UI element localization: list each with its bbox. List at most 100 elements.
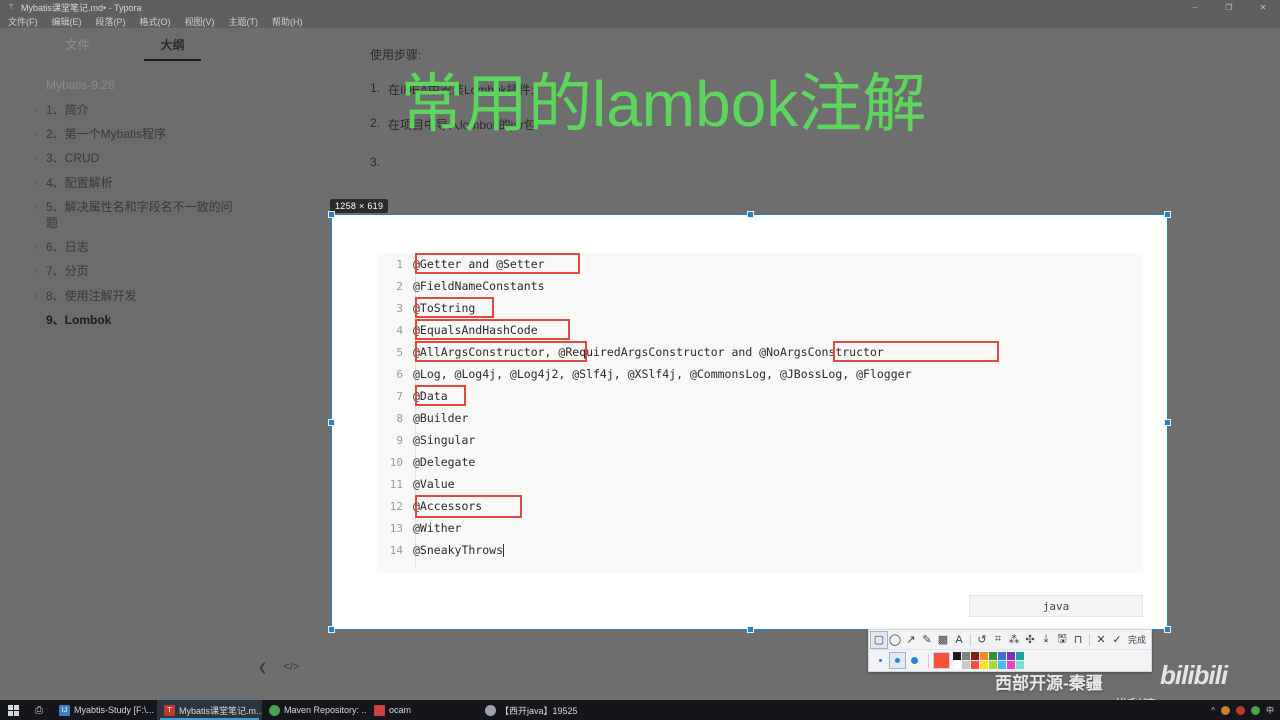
- menu-help[interactable]: 帮助(H): [272, 15, 303, 28]
- taskbar-app-ocam[interactable]: ocam: [367, 700, 418, 720]
- task-view-icon[interactable]: ⎙: [26, 700, 52, 720]
- color-swatch[interactable]: [962, 661, 970, 669]
- translate-tool-icon[interactable]: ⁂: [1006, 632, 1022, 648]
- sidebar-item-8[interactable]: › 8、使用注解开发: [0, 284, 250, 308]
- handle-bottom-right[interactable]: [1164, 626, 1171, 633]
- tray-icon-1[interactable]: [1221, 705, 1230, 715]
- line-text: @Getter and @Setter: [413, 257, 545, 271]
- line-text: @Accessors: [413, 499, 483, 513]
- taskbar-app-label: Maven Repository: ...: [284, 705, 367, 715]
- chevron-right-icon[interactable]: ›: [34, 240, 44, 252]
- color-swatch[interactable]: [1007, 661, 1015, 669]
- cancel-capture-icon[interactable]: ✕: [1093, 632, 1109, 648]
- color-swatch[interactable]: [953, 652, 961, 660]
- sidebar-item-5[interactable]: › 5、解决属性名和字段名不一致的问题: [0, 195, 250, 235]
- tray-icon-2[interactable]: [1236, 705, 1245, 715]
- brush-size-small-button[interactable]: [873, 653, 888, 668]
- color-swatch[interactable]: [980, 652, 988, 660]
- handle-bottom-left[interactable]: [328, 626, 335, 633]
- menu-paragraph[interactable]: 段落(P): [96, 15, 126, 28]
- sidebar-item-3[interactable]: › 3、CRUD: [0, 146, 250, 170]
- tray-icon-3[interactable]: [1251, 705, 1260, 715]
- source-code-icon[interactable]: </>: [283, 661, 299, 673]
- close-button[interactable]: ✕: [1246, 0, 1280, 14]
- color-swatch[interactable]: [998, 661, 1006, 669]
- menu-theme[interactable]: 主题(T): [229, 15, 259, 28]
- tab-files[interactable]: 文件: [65, 36, 89, 59]
- toolbar-palette-row: [869, 649, 1152, 671]
- color-swatch[interactable]: [989, 661, 997, 669]
- mosaic-tool-icon[interactable]: ▩: [935, 632, 951, 648]
- color-swatch[interactable]: [1016, 661, 1024, 669]
- download-tool-icon[interactable]: ⤓: [1038, 632, 1054, 648]
- undo-tool-icon[interactable]: ↺: [974, 632, 990, 648]
- tray-ime-icon[interactable]: 中: [1266, 705, 1274, 716]
- screenshot-annotation-toolbar[interactable]: ▢ ◯ ↗ ✎ ▩ A ↺ ⌗ ⁂ ✣ ⤓ 🖫 ⊓ ✕ ✓ 完成: [868, 629, 1153, 672]
- chevron-right-icon[interactable]: ›: [34, 176, 44, 188]
- done-label[interactable]: 完成: [1125, 633, 1149, 646]
- color-swatch[interactable]: [962, 652, 970, 660]
- rectangle-tool-icon[interactable]: ▢: [870, 630, 888, 649]
- text-tool-icon[interactable]: A: [951, 632, 967, 648]
- watermark-author: 西部开源-秦疆: [995, 674, 1103, 693]
- color-swatch[interactable]: [953, 661, 961, 669]
- handle-middle-right[interactable]: [1164, 419, 1171, 426]
- color-swatch-grid[interactable]: [953, 652, 1024, 669]
- sidebar-item-2[interactable]: › 2、第一个Mybatis程序: [0, 122, 250, 146]
- chevron-right-icon[interactable]: ›: [34, 151, 44, 163]
- chevron-right-icon[interactable]: ›: [34, 127, 44, 139]
- handle-top-center[interactable]: [746, 211, 754, 218]
- color-swatch[interactable]: [998, 652, 1006, 660]
- sidebar-item-1[interactable]: › 1、简介: [0, 98, 250, 122]
- line-number: 3: [396, 301, 403, 315]
- chevron-right-icon[interactable]: ›: [34, 200, 44, 212]
- color-swatch[interactable]: [971, 652, 979, 660]
- color-swatch[interactable]: [989, 652, 997, 660]
- taskbar-app-bilibili[interactable]: 【西开java】19525: [478, 700, 585, 720]
- chevron-right-icon[interactable]: ›: [34, 103, 44, 115]
- brush-size-large-button[interactable]: [907, 653, 922, 668]
- color-swatch[interactable]: [980, 661, 988, 669]
- brush-size-medium-button[interactable]: [889, 652, 906, 669]
- sidebar-item-lombok[interactable]: 9、Lombok: [0, 308, 250, 332]
- taskbar-app-typora[interactable]: T Mybatis课堂笔记.m...: [157, 700, 262, 720]
- chevron-left-icon[interactable]: ❮: [258, 661, 267, 674]
- confirm-capture-icon[interactable]: ✓: [1109, 632, 1125, 648]
- handle-top-right[interactable]: [1164, 211, 1171, 218]
- menu-file[interactable]: 文件(F): [8, 15, 38, 28]
- pen-tool-icon[interactable]: ✎: [919, 632, 935, 648]
- menu-edit[interactable]: 编辑(E): [52, 15, 82, 28]
- tray-expand-icon[interactable]: ^: [1211, 706, 1215, 715]
- color-swatch[interactable]: [1007, 652, 1015, 660]
- menu-format[interactable]: 格式(O): [140, 15, 171, 28]
- ocr-tool-icon[interactable]: ⌗: [990, 632, 1006, 648]
- current-color-swatch[interactable]: [933, 652, 950, 669]
- text-caret: [503, 543, 505, 557]
- chevron-right-icon[interactable]: ›: [34, 264, 44, 276]
- save-tool-icon[interactable]: 🖫: [1054, 632, 1070, 648]
- chevron-right-icon[interactable]: ›: [34, 289, 44, 301]
- taskbar-app-chrome[interactable]: Maven Repository: ...: [262, 700, 367, 720]
- handle-middle-left[interactable]: [328, 419, 335, 426]
- tab-outline[interactable]: 大纲: [144, 36, 201, 61]
- capture-selection-region[interactable]: 1 @Getter and @Setter 2 @FieldNameConsta…: [328, 211, 1171, 633]
- code-block[interactable]: 1 @Getter and @Setter 2 @FieldNameConsta…: [377, 253, 1143, 617]
- search-tool-icon[interactable]: ✣: [1022, 632, 1038, 648]
- sidebar-item-6[interactable]: › 6、日志: [0, 235, 250, 259]
- maximize-button[interactable]: ❐: [1212, 0, 1246, 14]
- sidebar-item-7[interactable]: › 7、分页: [0, 259, 250, 283]
- line-text: @SneakyThrows: [413, 543, 504, 557]
- pin-tool-icon[interactable]: ⊓: [1070, 632, 1086, 648]
- menu-view[interactable]: 视图(V): [185, 15, 215, 28]
- minimize-button[interactable]: –: [1178, 0, 1212, 14]
- color-swatch[interactable]: [971, 661, 979, 669]
- sidebar-item-4[interactable]: › 4、配置解析: [0, 171, 250, 195]
- ellipse-tool-icon[interactable]: ◯: [887, 632, 903, 648]
- handle-bottom-center[interactable]: [746, 626, 754, 633]
- windows-start-icon[interactable]: [0, 700, 26, 720]
- arrow-tool-icon[interactable]: ↗: [903, 632, 919, 648]
- handle-top-left[interactable]: [328, 211, 335, 218]
- color-swatch[interactable]: [1016, 652, 1024, 660]
- taskbar-app-idea[interactable]: IJ Myabtis-Study [F:\...: [52, 700, 157, 720]
- code-language-label[interactable]: java: [969, 595, 1143, 617]
